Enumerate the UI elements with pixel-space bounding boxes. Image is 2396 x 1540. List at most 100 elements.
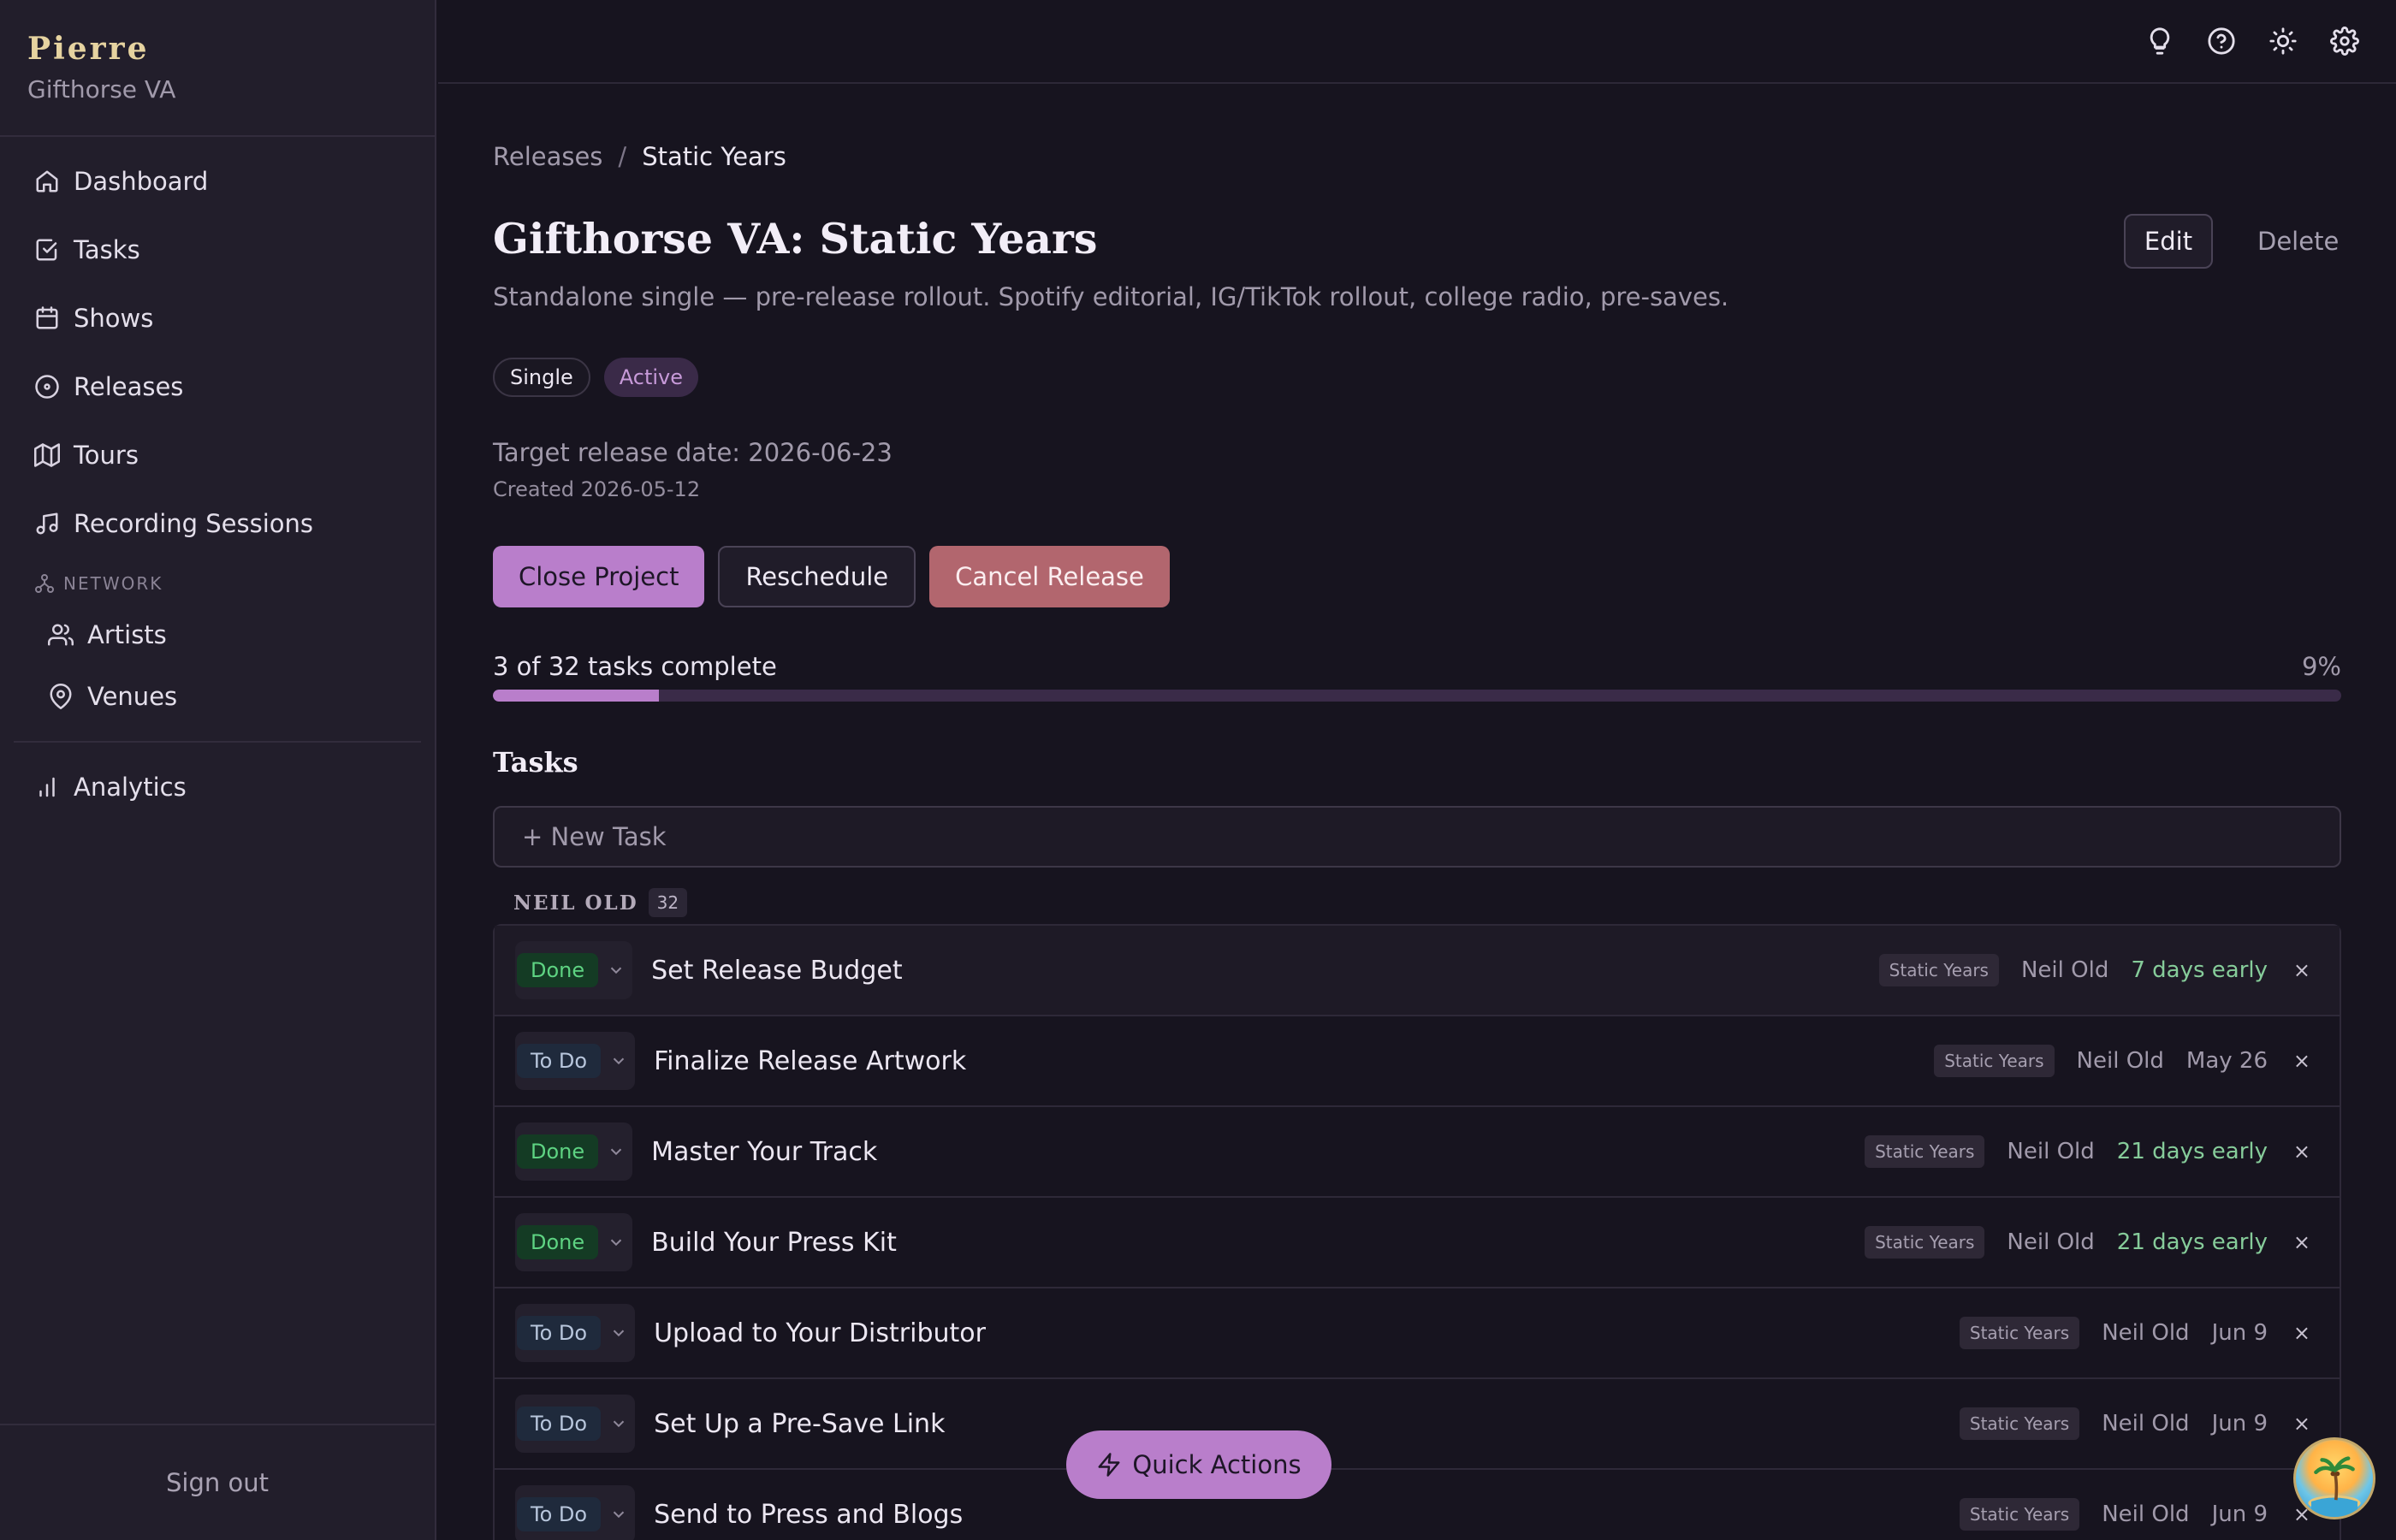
status-dropdown[interactable]: To Do	[515, 1395, 636, 1453]
breadcrumb-releases-link[interactable]: Releases	[493, 142, 602, 171]
nav-item-shows[interactable]: Shows	[0, 284, 435, 352]
signout-button[interactable]: Sign out	[166, 1468, 269, 1497]
created-date: Created 2026-05-12	[493, 477, 701, 501]
task-project-tag: Static Years	[1959, 1498, 2080, 1531]
task-status-label: Done	[517, 953, 599, 987]
task-status-label: To Do	[517, 1044, 602, 1078]
user-avatar[interactable]	[2293, 1437, 2375, 1519]
task-status-label: To Do	[517, 1316, 602, 1350]
task-due: 21 days early	[2116, 1139, 2268, 1164]
task-title[interactable]: Set Up a Pre-Save Link	[654, 1409, 945, 1439]
status-dropdown[interactable]: Done	[515, 941, 633, 999]
task-meta: Static Years Neil Old 7 days early	[1878, 954, 2268, 986]
release-actions: Close Project Reschedule Cancel Release	[493, 546, 1170, 607]
nav-item-dashboard[interactable]: Dashboard	[0, 147, 435, 216]
nav-label: Artists	[87, 620, 167, 649]
map-icon	[34, 442, 60, 468]
remove-task-button[interactable]: ×	[2293, 958, 2310, 982]
nav-item-recording-sessions[interactable]: Recording Sessions	[0, 489, 435, 558]
task-meta: Static Years Neil Old Jun 9	[1959, 1407, 2268, 1440]
task-row[interactable]: To Do Upload to Your Distributor Static …	[495, 1288, 2340, 1379]
nav-item-artists[interactable]: Artists	[0, 604, 435, 666]
island-avatar-image	[2308, 1456, 2361, 1517]
task-row[interactable]: Done Master Your Track Static Years Neil…	[495, 1107, 2340, 1198]
progress-bar-fill	[493, 690, 660, 702]
remove-task-button[interactable]: ×	[2293, 1049, 2310, 1073]
chevron-down-icon	[606, 1320, 632, 1346]
topbar	[438, 0, 2396, 84]
task-project-tag: Static Years	[1865, 1135, 1985, 1168]
status-dropdown[interactable]: To Do	[515, 1304, 636, 1362]
task-row[interactable]: Done Set Release Budget Static Years Nei…	[495, 926, 2340, 1016]
progress-text: 3 of 32 tasks complete	[493, 652, 777, 681]
remove-task-button[interactable]: ×	[2293, 1321, 2310, 1345]
status-dropdown[interactable]: Done	[515, 1213, 633, 1271]
task-project-tag: Static Years	[1959, 1317, 2080, 1349]
type-badge: Single	[493, 358, 590, 397]
quick-actions-button[interactable]: Quick Actions	[1066, 1430, 1331, 1499]
new-task-input[interactable]: + New Task	[493, 806, 2341, 868]
breadcrumb-current: Static Years	[642, 142, 786, 171]
task-title[interactable]: Build Your Press Kit	[651, 1228, 897, 1258]
task-group-header[interactable]: NEIL OLD 32	[513, 888, 688, 917]
chevron-down-icon	[603, 957, 629, 983]
task-assignee: Neil Old	[2007, 1139, 2095, 1164]
nav-item-releases[interactable]: Releases	[0, 352, 435, 421]
nav-item-venues[interactable]: Venues	[0, 666, 435, 727]
task-due: Jun 9	[2211, 1411, 2268, 1436]
task-meta: Static Years Neil Old May 26	[1934, 1045, 2268, 1077]
task-project-tag: Static Years	[1959, 1407, 2080, 1440]
delete-button[interactable]: Delete	[2239, 214, 2357, 269]
task-row[interactable]: To Do Send to Press and Blogs Static Yea…	[495, 1470, 2340, 1540]
remove-task-button[interactable]: ×	[2293, 1230, 2310, 1254]
status-dropdown[interactable]: To Do	[515, 1485, 636, 1540]
edit-button[interactable]: Edit	[2124, 214, 2213, 269]
main-nav: Dashboard Tasks Shows Releases Tours Rec…	[0, 137, 435, 821]
sun-icon[interactable]	[2268, 24, 2298, 58]
task-assignee: Neil Old	[2102, 1320, 2190, 1346]
home-icon	[34, 169, 60, 194]
nav-label: Dashboard	[74, 167, 209, 196]
status-dropdown[interactable]: Done	[515, 1122, 633, 1181]
task-row[interactable]: Done Build Your Press Kit Static Years N…	[495, 1198, 2340, 1288]
brand: Pierre Gifthorse VA	[0, 0, 435, 137]
task-title[interactable]: Master Your Track	[651, 1137, 877, 1167]
task-status-label: To Do	[517, 1497, 602, 1531]
nav-label: Releases	[74, 372, 184, 401]
task-title[interactable]: Send to Press and Blogs	[654, 1500, 963, 1530]
nav-label: Tasks	[74, 235, 140, 264]
lightbulb-icon[interactable]	[2144, 24, 2175, 58]
chevron-down-icon	[606, 1502, 632, 1527]
org-name[interactable]: Gifthorse VA	[27, 75, 435, 104]
task-due: Jun 9	[2211, 1320, 2268, 1346]
help-icon[interactable]	[2206, 24, 2237, 58]
task-assignee: Neil Old	[2102, 1502, 2190, 1527]
calendar-icon	[34, 305, 60, 331]
task-row[interactable]: To Do Finalize Release Artwork Static Ye…	[495, 1016, 2340, 1107]
nav-item-tours[interactable]: Tours	[0, 421, 435, 489]
nav-section-label: NETWORK	[63, 573, 163, 594]
check-square-icon	[34, 237, 60, 263]
cancel-release-button[interactable]: Cancel Release	[929, 546, 1170, 607]
remove-task-button[interactable]: ×	[2293, 1140, 2310, 1164]
status-dropdown[interactable]: To Do	[515, 1032, 636, 1090]
task-title[interactable]: Upload to Your Distributor	[654, 1318, 986, 1348]
chevron-down-icon	[603, 1139, 629, 1164]
task-status-label: Done	[517, 1134, 599, 1169]
task-row[interactable]: To Do Set Up a Pre-Save Link Static Year…	[495, 1379, 2340, 1470]
tasks-heading: Tasks	[493, 746, 578, 779]
nav-item-analytics[interactable]: Analytics	[0, 753, 435, 821]
task-group-name: NEIL OLD	[513, 891, 638, 915]
reschedule-button[interactable]: Reschedule	[718, 546, 916, 607]
target-release-date: Target release date: 2026-06-23	[493, 438, 893, 467]
settings-icon[interactable]	[2329, 24, 2360, 58]
nav-item-tasks[interactable]: Tasks	[0, 216, 435, 284]
task-title[interactable]: Finalize Release Artwork	[654, 1046, 966, 1076]
quick-actions-label: Quick Actions	[1132, 1450, 1302, 1479]
task-status-label: To Do	[517, 1407, 602, 1441]
close-project-button[interactable]: Close Project	[493, 546, 705, 607]
task-meta: Static Years Neil Old 21 days early	[1865, 1226, 2268, 1259]
chevron-down-icon	[603, 1229, 629, 1255]
task-title[interactable]: Set Release Budget	[651, 956, 902, 986]
remove-task-button[interactable]: ×	[2293, 1412, 2310, 1436]
